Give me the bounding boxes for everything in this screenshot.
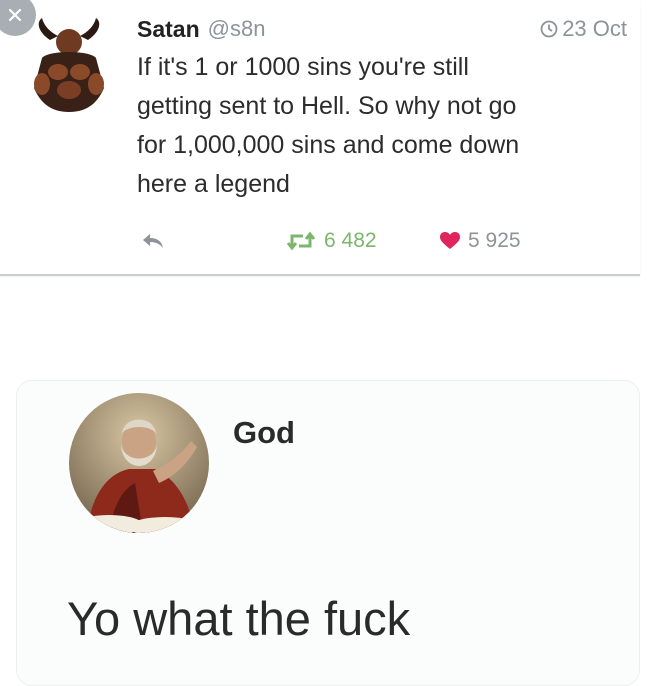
tweet-card: Satan @s8n 23 Oct If it's 1 or 1000 sins… [0,0,640,276]
like-count: 5 925 [468,229,521,252]
retweet-button[interactable]: 6 482 [286,226,377,256]
retweet-icon [286,231,316,251]
devil-figure-icon [34,18,104,112]
god-author-name[interactable]: God [233,415,295,451]
clock-icon [540,20,558,38]
tweet-date: 23 Oct [562,16,627,41]
tweet-header: Satan @s8n 23 Oct [137,12,627,46]
tweet-text: If it's 1 or 1000 sins you're still gett… [137,53,520,198]
heart-icon [440,232,460,249]
reply-button[interactable] [138,228,168,254]
god-reply-text: Yo what the fuck [67,592,411,645]
close-icon [8,8,22,22]
tweet-timestamp[interactable]: 23 Oct [540,16,627,42]
god-reply-card: God Yo what the fuck [16,380,640,686]
satan-avatar[interactable] [28,18,110,114]
tweet-author-name[interactable]: Satan [137,16,200,43]
god-painting-icon [69,393,209,533]
like-button[interactable]: 5 925 [440,226,521,256]
god-avatar[interactable] [69,393,209,533]
reply-icon [143,234,163,248]
tweet-author-handle[interactable]: @s8n [208,16,266,42]
retweet-count: 6 482 [324,229,377,252]
